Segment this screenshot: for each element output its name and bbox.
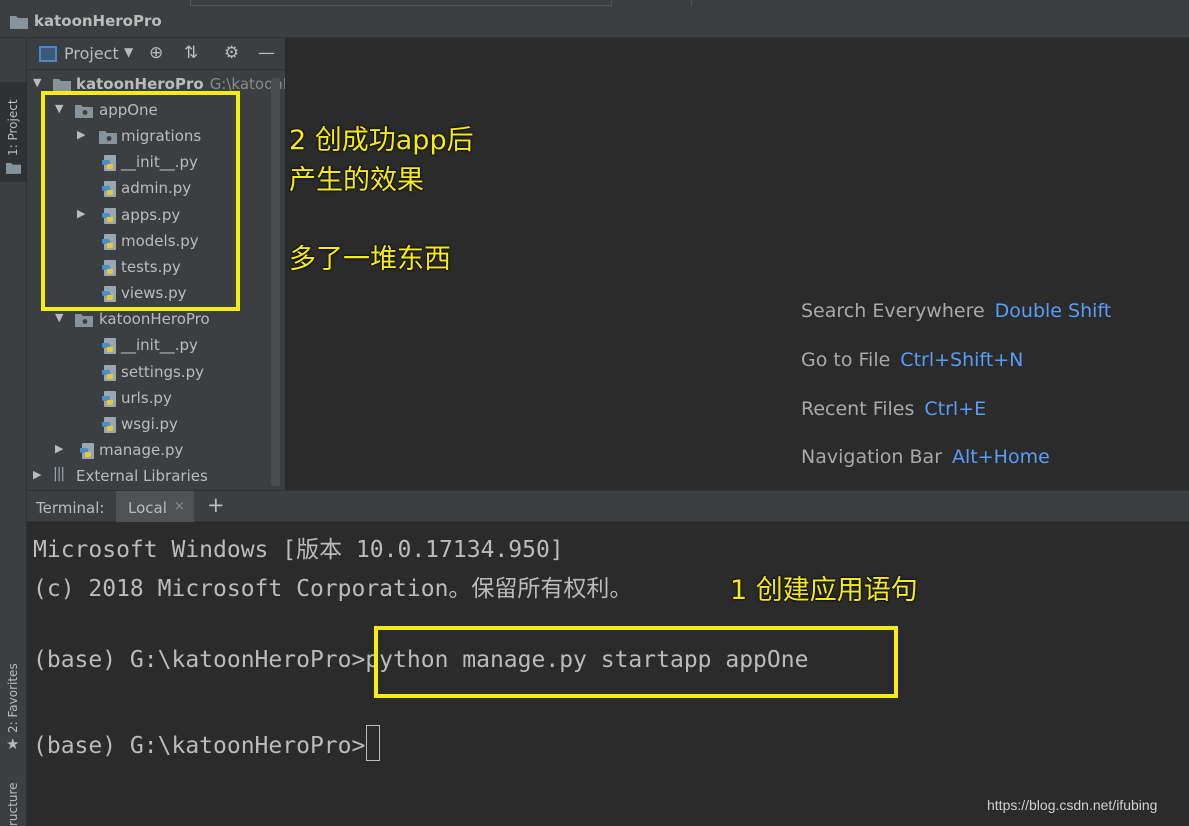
left-tool-strip: 1: Project 2: Favorites ★ ructure bbox=[0, 38, 27, 826]
terminal-header: Terminal: Local × + bbox=[27, 490, 1189, 522]
folder-icon bbox=[10, 15, 28, 29]
favorites-tab-label: 2: Favorites bbox=[6, 663, 20, 733]
chevron-down-icon[interactable]: ▼ bbox=[124, 45, 133, 59]
hint-search-everywhere: Search Everywhere Double Shift bbox=[801, 300, 1112, 322]
annotation-2-line2: 产生的效果 bbox=[289, 165, 424, 196]
gear-icon[interactable]: ⚙ bbox=[224, 43, 239, 63]
tree-label: katoonHeroPro bbox=[99, 310, 210, 328]
python-file-icon bbox=[79, 442, 95, 460]
favorites-tool-tab[interactable]: 2: Favorites ★ bbox=[0, 653, 27, 753]
close-icon[interactable]: × bbox=[174, 499, 185, 514]
project-tool-tab[interactable]: 1: Project bbox=[0, 82, 27, 182]
python-file-icon bbox=[101, 416, 117, 434]
tab-stub bbox=[190, 0, 612, 6]
star-icon: ★ bbox=[6, 735, 20, 753]
expand-arrow-icon[interactable]: ▶ bbox=[55, 442, 67, 455]
project-view-selector[interactable]: Project bbox=[64, 44, 119, 63]
tab-stub bbox=[612, 0, 692, 6]
terminal-line: (c) 2018 Microsoft Corporation。保留所有权利。 bbox=[33, 576, 633, 602]
folder-icon bbox=[53, 78, 71, 92]
project-view-icon bbox=[39, 46, 57, 62]
tree-row-file[interactable]: __init__.py bbox=[27, 333, 285, 359]
new-terminal-button[interactable]: + bbox=[207, 493, 225, 517]
package-icon bbox=[75, 313, 93, 327]
project-tab-label: 1: Project bbox=[6, 99, 20, 156]
python-file-icon bbox=[101, 390, 117, 408]
annotation-2-line1: 2 创成功app后 bbox=[289, 125, 474, 156]
tree-label: manage.py bbox=[99, 441, 184, 459]
python-file-icon bbox=[101, 337, 117, 355]
tree-scrollbar[interactable] bbox=[271, 78, 280, 486]
text-cursor bbox=[366, 725, 381, 761]
tree-row-file[interactable]: urls.py bbox=[27, 386, 285, 412]
annotation-3: 多了一堆东西 bbox=[289, 244, 451, 275]
expand-arrow-icon[interactable]: ▼ bbox=[55, 311, 67, 324]
structure-tool-tab[interactable]: ructure bbox=[0, 778, 27, 826]
hint-navigation-bar: Navigation Bar Alt+Home bbox=[801, 446, 1050, 468]
title-bar: katoonHeroPro bbox=[0, 0, 1189, 38]
hint-recent-files: Recent Files Ctrl+E bbox=[801, 398, 987, 420]
library-icon: ||| bbox=[53, 466, 65, 482]
collapse-all-icon[interactable]: ⇅ bbox=[184, 43, 198, 63]
project-toolbar: Project ▼ ⊕ ⇅ ⚙ — bbox=[27, 38, 285, 70]
locate-icon[interactable]: ⊕ bbox=[149, 43, 163, 63]
hint-go-to-file: Go to File Ctrl+Shift+N bbox=[801, 349, 1024, 371]
tree-label: wsgi.py bbox=[121, 415, 178, 433]
window-title: katoonHeroPro bbox=[34, 12, 162, 30]
tree-label: External Libraries bbox=[76, 467, 208, 485]
tree-row-file[interactable]: ▶ manage.py bbox=[27, 438, 285, 464]
folder-icon bbox=[6, 162, 21, 174]
watermark: https://blog.csdn.net/ifubing bbox=[987, 797, 1158, 813]
terminal-prompt-line: (base) G:\katoonHeroPro> bbox=[33, 725, 381, 761]
expand-arrow-icon[interactable]: ▼ bbox=[33, 76, 45, 89]
tree-label: __init__.py bbox=[121, 336, 198, 354]
tree-row-file[interactable]: settings.py bbox=[27, 360, 285, 386]
tree-label: urls.py bbox=[121, 389, 172, 407]
hide-icon[interactable]: — bbox=[258, 43, 275, 63]
structure-tab-label: ructure bbox=[6, 782, 20, 826]
terminal-label: Terminal: bbox=[36, 499, 105, 517]
highlight-box-command bbox=[374, 626, 898, 698]
annotation-1: 1 创建应用语句 bbox=[730, 575, 918, 606]
tree-row-external-libraries[interactable]: ▶ ||| External Libraries bbox=[27, 464, 285, 490]
terminal-line: Microsoft Windows [版本 10.0.17134.950] bbox=[33, 537, 564, 563]
tree-label: settings.py bbox=[121, 363, 204, 381]
python-file-icon bbox=[101, 364, 117, 382]
highlight-box-app-files bbox=[41, 91, 240, 311]
expand-arrow-icon[interactable]: ▶ bbox=[33, 468, 45, 481]
terminal-tab-local[interactable]: Local × bbox=[116, 491, 194, 522]
tree-row-file[interactable]: wsgi.py bbox=[27, 412, 285, 438]
terminal-tab-label: Local bbox=[128, 499, 167, 517]
